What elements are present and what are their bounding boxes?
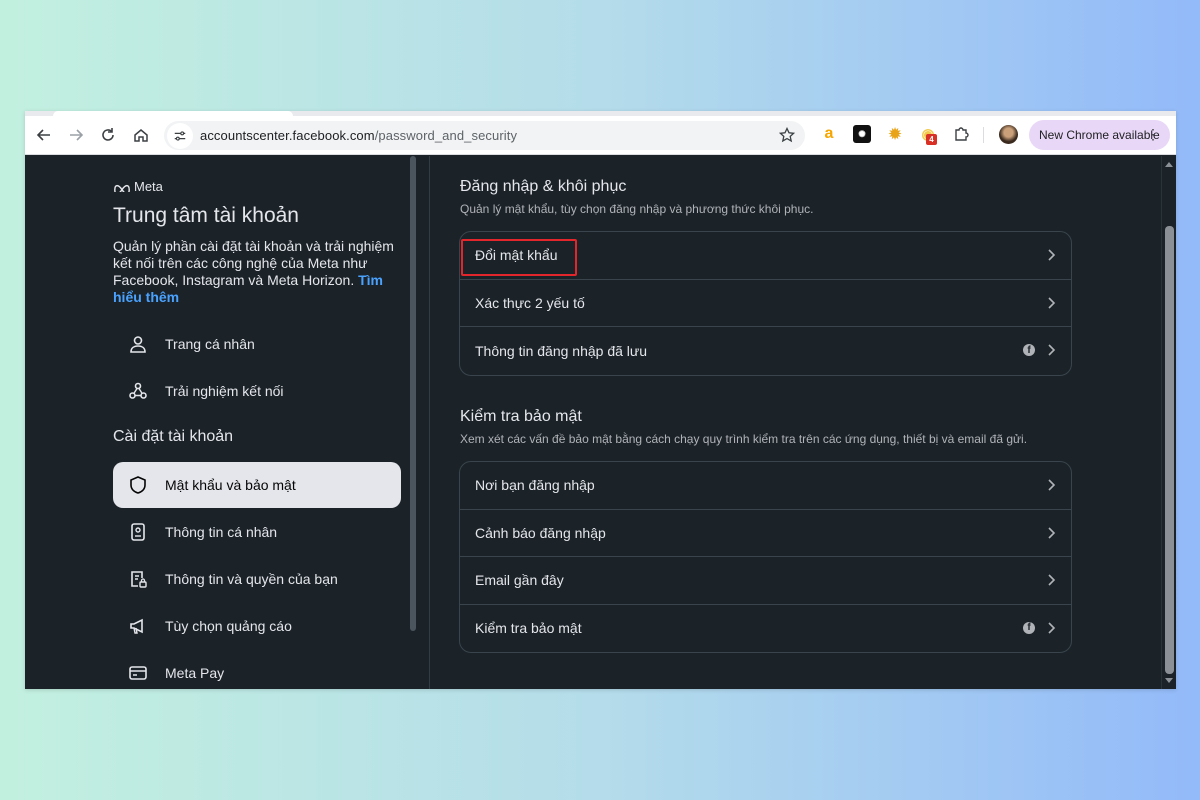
connected-icon (127, 380, 149, 402)
row-label: Email gần đây (475, 572, 564, 589)
security-check-title: Kiểm tra bảo mật (460, 408, 582, 425)
saved-login-row[interactable]: Thông tin đăng nhập đã lưu f (460, 327, 1071, 375)
row-label: Kiểm tra bảo mật (475, 620, 582, 637)
amazon-extension-icon[interactable]: a (820, 125, 838, 143)
chevron-right-icon (1048, 344, 1056, 356)
toolbar-divider (983, 127, 984, 143)
chevron-right-icon (1048, 621, 1056, 634)
row-label: Nơi bạn đăng nhập (475, 477, 595, 494)
main-panel: Đăng nhập & khôi phục Quản lý mật khẩu, … (431, 156, 1161, 689)
recent-emails-row[interactable]: Email gần đây (460, 557, 1071, 605)
scroll-down-icon[interactable] (1165, 678, 1173, 683)
document-lock-icon (127, 568, 149, 590)
id-card-icon (127, 521, 149, 543)
sidebar-item-label: Thông tin cá nhân (165, 524, 278, 540)
profile-avatar[interactable] (999, 125, 1018, 144)
facebook-icon: f (1023, 344, 1035, 356)
sidebar-item-ad-preferences[interactable]: Tùy chọn quảng cáo (113, 603, 401, 649)
chevron-right-icon (1048, 526, 1056, 539)
two-factor-row[interactable]: Xác thực 2 yếu tố (460, 280, 1071, 327)
puzzle-icon (955, 127, 969, 141)
extension-badge: 4 (926, 134, 937, 145)
browser-window: accountscenter.facebook.com/password_and… (25, 111, 1176, 689)
person-icon (127, 333, 149, 355)
home-button[interactable] (126, 121, 156, 149)
url-text: accountscenter.facebook.com/password_and… (200, 128, 517, 143)
site-info-icon[interactable] (167, 122, 193, 149)
sidebar-item-your-info-permissions[interactable]: Thông tin và quyền của bạn (113, 556, 401, 602)
facebook-icon: f (1023, 621, 1035, 634)
chatgpt-extension-icon[interactable]: ✺ (853, 125, 871, 143)
sidebar-item-label: Mật khẩu và bảo mật (165, 477, 296, 493)
page-scrollbar[interactable] (1161, 156, 1176, 689)
accounts-center-title: Trung tâm tài khoản (113, 204, 299, 227)
sidebar-item-label: Trải nghiệm kết nối (165, 383, 284, 399)
new-chrome-label: New Chrome available (1039, 128, 1160, 142)
url-host: accountscenter.facebook.com (200, 128, 375, 143)
security-check-card: Nơi bạn đăng nhập Cảnh báo đăng nhập Ema… (459, 461, 1072, 653)
forward-button[interactable] (61, 121, 91, 149)
reload-button[interactable] (93, 121, 123, 149)
row-label: Thông tin đăng nhập đã lưu (475, 342, 648, 359)
meta-infinity-icon (114, 184, 130, 192)
scrollbar-thumb[interactable] (1165, 226, 1174, 674)
credit-card-icon (127, 662, 149, 684)
row-label: Xác thực 2 yếu tố (475, 294, 585, 311)
security-check-subtitle: Xem xét các vấn đề bảo mật bằng cách chạ… (460, 432, 1028, 446)
sidebar-item-connected-experiences[interactable]: Trải nghiệm kết nối (113, 368, 401, 414)
sidebar: Meta Trung tâm tài khoản Quản lý phần cà… (25, 156, 430, 689)
sidebar-item-personal-info[interactable]: Thông tin cá nhân (113, 509, 401, 555)
meta-logo: Meta (113, 179, 163, 194)
meta-logo-text: Meta (134, 179, 163, 194)
reload-icon (102, 128, 114, 141)
sidebar-item-meta-pay[interactable]: Meta Pay (113, 650, 401, 689)
scroll-up-icon[interactable] (1165, 162, 1173, 167)
login-recovery-title: Đăng nhập & khôi phục (460, 178, 627, 195)
arrow-left-icon (36, 129, 50, 141)
account-settings-heading: Cài đặt tài khoản (113, 428, 234, 445)
lightbulb-extension-icon[interactable]: ◉4 (919, 125, 937, 145)
description-text: Quản lý phần cài đặt tài khoản và trải n… (113, 238, 394, 288)
sidebar-item-label: Thông tin và quyền của bạn (165, 571, 338, 587)
sidebar-item-password-security[interactable]: Mật khẩu và bảo mật (113, 462, 401, 508)
home-icon (134, 129, 148, 142)
address-bar[interactable]: accountscenter.facebook.com/password_and… (164, 121, 805, 150)
browser-toolbar: accountscenter.facebook.com/password_and… (25, 116, 1176, 155)
extensions-puzzle-button[interactable] (952, 125, 970, 143)
back-button[interactable] (29, 121, 59, 149)
sidebar-item-label: Meta Pay (165, 665, 225, 681)
url-path: /password_and_security (374, 128, 518, 143)
megaphone-icon (127, 615, 149, 637)
more-menu-icon[interactable]: ⋮ (1146, 127, 1160, 141)
login-recovery-subtitle: Quản lý mật khẩu, tùy chọn đăng nhập và … (460, 202, 814, 216)
chevron-right-icon (1048, 296, 1056, 309)
shield-icon (127, 474, 149, 496)
chevron-right-icon (1048, 479, 1056, 491)
chevron-right-icon (1048, 574, 1056, 586)
accounts-center-description: Quản lý phần cài đặt tài khoản và trải n… (113, 238, 413, 306)
change-password-highlight (461, 239, 577, 276)
sidebar-item-profile[interactable]: Trang cá nhân (113, 321, 401, 367)
login-alerts-row[interactable]: Cảnh báo đăng nhập (460, 510, 1071, 557)
arrow-right-icon (70, 129, 84, 141)
chevron-right-icon (1048, 249, 1056, 261)
sidebar-scrollbar[interactable] (410, 156, 416, 631)
sidebar-item-label: Tùy chọn quảng cáo (165, 618, 292, 634)
new-chrome-button[interactable]: New Chrome available ⋮ (1029, 120, 1170, 150)
bookmark-star-icon[interactable] (779, 127, 795, 143)
row-label: Cảnh báo đăng nhập (475, 524, 606, 541)
where-logged-in-row[interactable]: Nơi bạn đăng nhập (460, 462, 1071, 510)
sidebar-item-label: Trang cá nhân (165, 336, 255, 352)
security-checkup-row[interactable]: Kiểm tra bảo mật f (460, 605, 1071, 653)
page-content: Meta Trung tâm tài khoản Quản lý phần cà… (25, 156, 1161, 689)
sun-extension-icon[interactable]: ✹ (886, 125, 904, 143)
